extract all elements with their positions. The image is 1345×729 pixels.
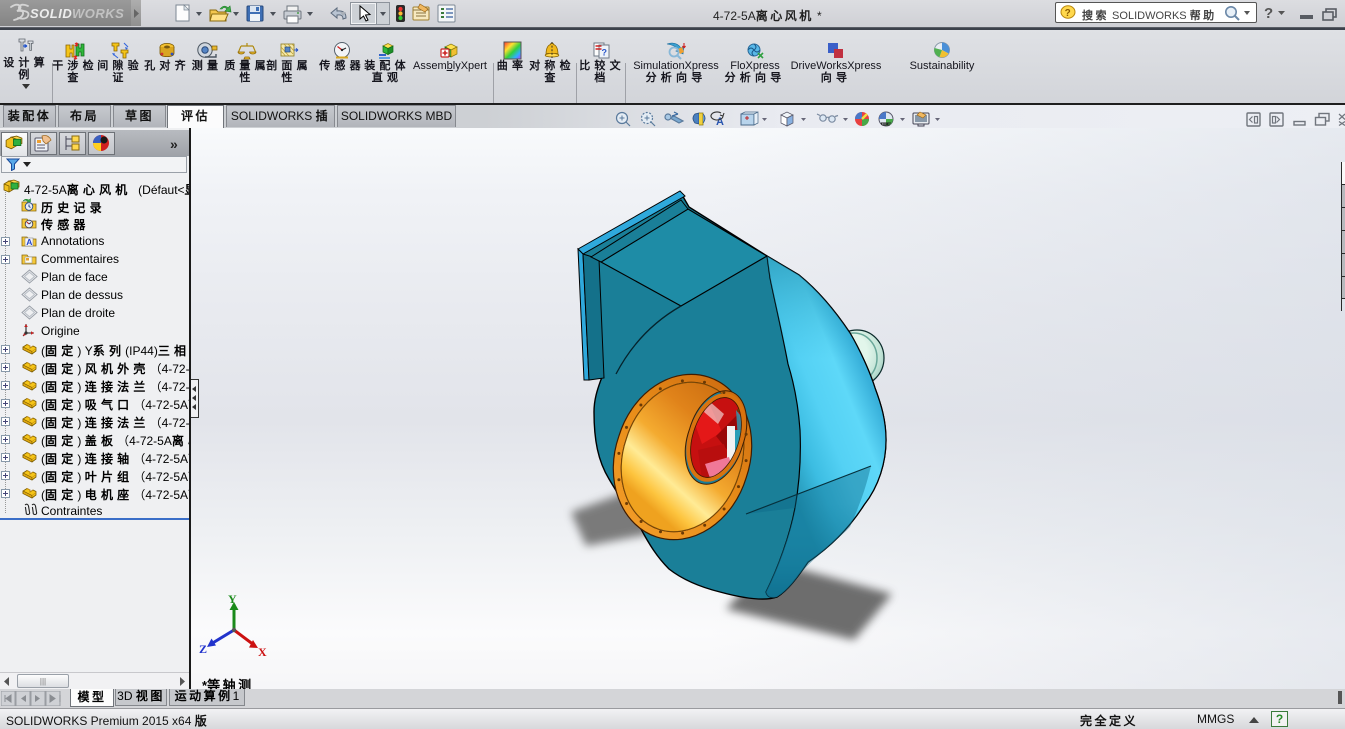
- svg-text:A: A: [26, 237, 32, 247]
- svg-text:Z: Z: [199, 642, 207, 656]
- svg-text:X: X: [258, 645, 267, 659]
- svg-text:?: ?: [1264, 5, 1273, 22]
- svg-text:?: ?: [602, 48, 608, 58]
- svg-text:WORKS: WORKS: [72, 6, 124, 21]
- svg-text:SOLID: SOLID: [30, 6, 72, 21]
- svg-text:?: ?: [1065, 8, 1071, 19]
- svg-text:Y: Y: [228, 592, 237, 606]
